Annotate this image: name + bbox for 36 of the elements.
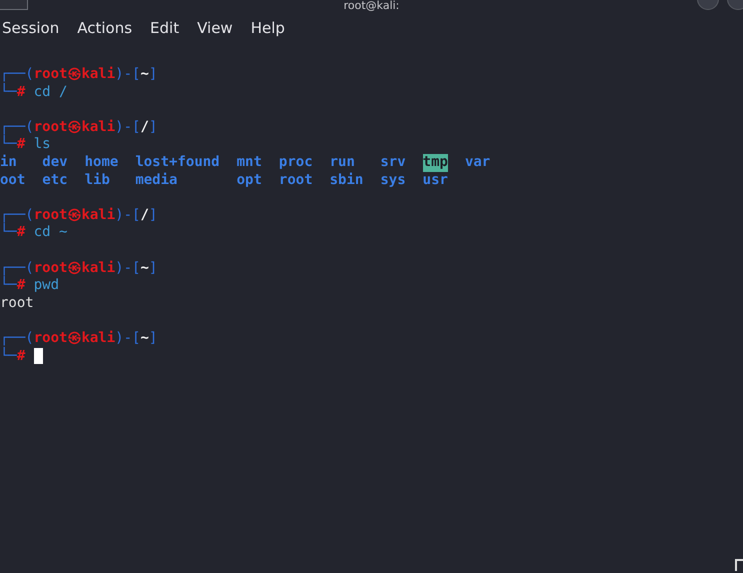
prompt-line: ┌──(root㉿kali)-[~] bbox=[0, 330, 158, 346]
command-line: └─# cd ~ bbox=[0, 224, 68, 242]
directory-name: root bbox=[278, 172, 313, 190]
menu-item[interactable]: View bbox=[195, 17, 241, 38]
directory-name: sbin bbox=[330, 172, 364, 190]
output-text: root bbox=[0, 294, 34, 312]
menu-item[interactable]: Actions bbox=[75, 17, 140, 38]
directory-name: opt bbox=[236, 172, 262, 190]
directory-name: var bbox=[464, 154, 490, 172]
directory-name: in bbox=[0, 154, 17, 172]
prompt-line: ┌──(root㉿kali)-[~] bbox=[0, 66, 158, 82]
command-line: └─# bbox=[0, 348, 26, 366]
command-line: └─# pwd bbox=[0, 277, 60, 295]
directory-name: run bbox=[330, 154, 355, 172]
highlighted-directory-name: tmp bbox=[422, 154, 448, 172]
prompt-line: ┌──(root㉿kali)-[/] bbox=[0, 206, 158, 223]
directory-name: lib bbox=[84, 172, 110, 190]
directory-name: dev bbox=[42, 154, 68, 172]
menu-item[interactable]: Edit bbox=[148, 17, 188, 38]
directory-name: mnt bbox=[236, 154, 262, 172]
directory-name: home bbox=[84, 154, 118, 172]
command-line: └─# cd / bbox=[0, 84, 68, 102]
directory-name: lost+found bbox=[135, 154, 220, 172]
directory-name: proc bbox=[278, 154, 313, 172]
prompt-line: ┌──(root㉿kali)-[/] bbox=[0, 118, 158, 135]
directory-name: etc bbox=[42, 172, 68, 190]
prompt-line: ┌──(root㉿kali)-[~] bbox=[0, 260, 158, 276]
directory-name: srv bbox=[380, 154, 406, 172]
command-line: └─# ls bbox=[0, 136, 51, 154]
directory-name: oot bbox=[0, 172, 26, 190]
directory-name: usr bbox=[422, 172, 448, 190]
window-title: root@kali: bbox=[344, 0, 400, 12]
menu-item[interactable]: Session bbox=[0, 17, 68, 38]
directory-name: media bbox=[135, 172, 178, 190]
directory-name: sys bbox=[380, 172, 406, 190]
menu-item[interactable]: Help bbox=[248, 17, 293, 38]
